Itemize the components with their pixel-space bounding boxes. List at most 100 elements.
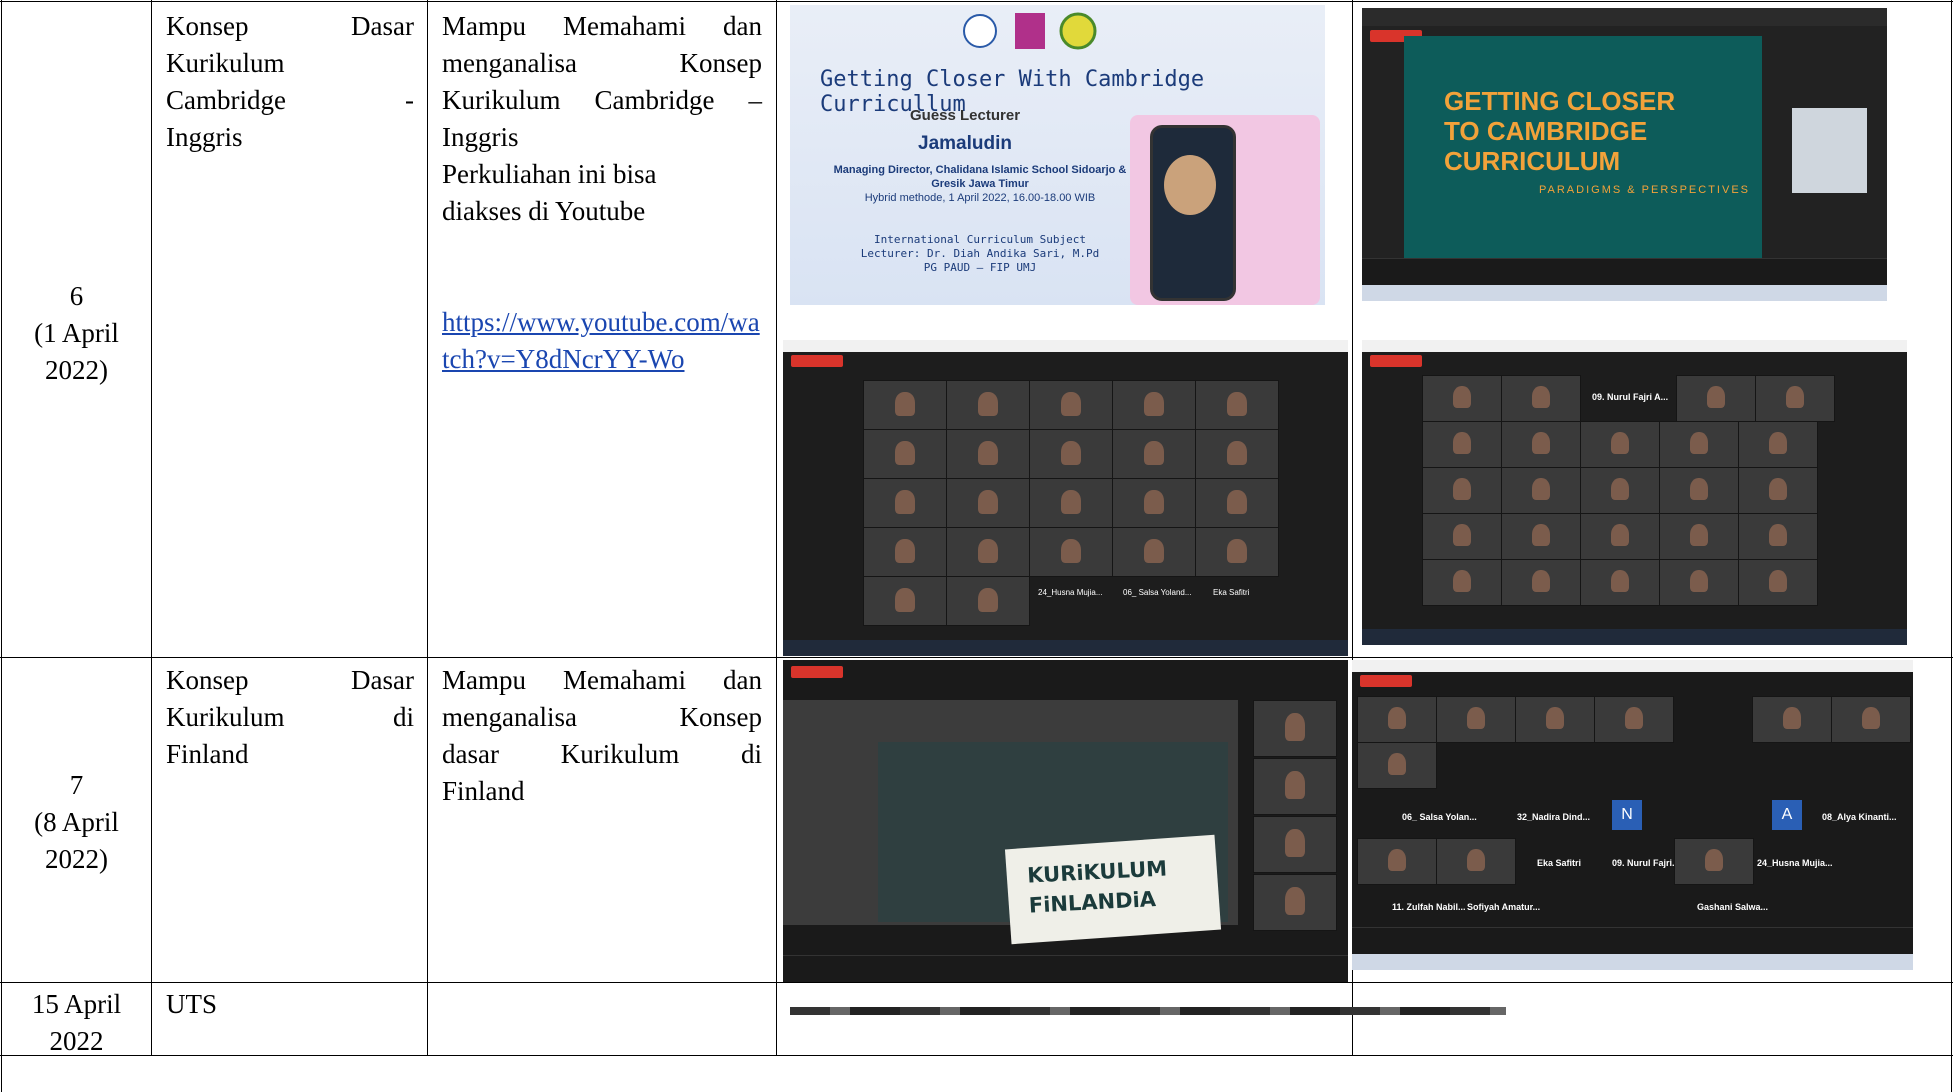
topic-word: Dasar (351, 665, 414, 695)
outcome-line: Inggris (442, 122, 519, 152)
live-badge (791, 666, 843, 678)
image-strip (790, 1007, 1506, 1015)
meeting-year: 2022) (45, 355, 108, 385)
poster-title: Getting Closer With Cambridge Curricullu… (820, 67, 1205, 117)
zoom-toolbar (1362, 258, 1887, 285)
meeting-number: 6 (69, 281, 84, 311)
webinar-poster-image: Getting Closer With Cambridge Curricullu… (790, 5, 1325, 305)
live-badge (1360, 675, 1412, 687)
meeting-year: 2022 (49, 1026, 104, 1056)
topic-cell: UTS (166, 986, 414, 1023)
col-divider (776, 0, 777, 1055)
row-divider (0, 982, 1953, 983)
speaker-photo (1164, 155, 1216, 215)
table-border-left (1, 0, 2, 1092)
outcome-line: Perkuliahan ini bisa (442, 159, 657, 189)
live-badge (791, 355, 843, 367)
zoom-shared-screen-screenshot: KURiKULUM FiNLANDiA (783, 660, 1348, 982)
topic-word: di (392, 702, 414, 732)
topic-word: - (405, 85, 414, 115)
speaker-video (1792, 108, 1867, 193)
participant-name: 24_Husna Mujia... (1038, 588, 1103, 597)
row-divider (0, 657, 1953, 658)
participant-name: Eka Safitri (1537, 858, 1582, 868)
participant-name: Eka Safitri (1213, 588, 1250, 597)
slide-title-line: GETTING CLOSER (1444, 86, 1676, 116)
slide-title-line: CURRICULUM (1444, 146, 1621, 176)
participant-name: 11. Zulfah Nabil... (1392, 902, 1466, 912)
outcome-line: diakses di Youtube (442, 196, 646, 226)
meeting-year: 2022) (45, 844, 108, 874)
participant-name: Sofiyah Amatur... (1467, 902, 1541, 912)
topic-word: UTS (166, 989, 218, 1019)
col-divider (151, 0, 152, 1055)
slide-title-line: TO CAMBRIDGE (1444, 116, 1648, 146)
schedule-table: 6 (1 April 2022) Konsep Dasar Kurikulum … (0, 0, 1953, 1092)
topic-word: Kurikulum (166, 48, 285, 78)
participant-name: 08_Alya Kinanti... (1822, 812, 1897, 822)
outcome-cell: Mampu Memahami dan menganalisa Konsep da… (442, 662, 762, 810)
poster-schedule: Hybrid methode, 1 April 2022, 16.00-18.0… (864, 192, 1096, 204)
outcome-line: Kurikulum Cambridge – (442, 85, 762, 115)
slide-title: KURiKULUM FiNLANDiA (1027, 853, 1170, 920)
windows-taskbar (1362, 629, 1907, 645)
zoom-gallery-screenshot-1: 24_Husna Mujia... 06_ Salsa Yoland... Ek… (783, 340, 1348, 656)
slide-title: GETTING CLOSER TO CAMBRIDGE CURRICULUM (1444, 86, 1675, 176)
poster-program: PG PAUD – FIP UMJ (923, 261, 1037, 274)
zoom-meeting-slide-screenshot: GETTING CLOSER TO CAMBRIDGE CURRICULUM P… (1362, 8, 1887, 301)
windows-taskbar (1362, 285, 1887, 301)
topic-word: Dasar (351, 11, 414, 41)
windows-taskbar (1352, 954, 1913, 970)
logo-icons (963, 12, 1097, 50)
meeting-cell: 15 April 2022 (2, 986, 151, 1060)
outcome-line: menganalisa Konsep (442, 702, 762, 732)
meeting-number: 7 (69, 770, 84, 800)
table-border-right (1951, 0, 1952, 1092)
col-divider (427, 0, 428, 1055)
outcome-cell: Mampu Memahami dan menganalisa Konsep Ku… (442, 8, 762, 378)
row-divider (0, 1055, 1953, 1056)
presentation-slide: KURiKULUM FiNLANDiA (878, 742, 1228, 945)
topic-word: Inggris (166, 122, 243, 152)
poster-speaker: Jamaludin (918, 133, 1012, 154)
participant-name: 09. Nurul Fajri... (1612, 858, 1680, 868)
poster-subject-title: International Curriculum Subject (874, 233, 1086, 246)
topic-word: Konsep (166, 665, 249, 695)
meeting-date: 15 April (31, 989, 122, 1019)
poster-label: Guess Lecturer (910, 107, 1021, 124)
outcome-line: Finland (442, 776, 525, 806)
topic-word: Konsep (166, 11, 249, 41)
table-border-top (0, 1, 1953, 2)
meeting-date: (8 April (34, 807, 119, 837)
outcome-line: Mampu Memahami dan (442, 665, 762, 695)
zoom-toolbar (1352, 927, 1913, 954)
poster-subject: International Curriculum Subject Lecture… (850, 233, 1110, 275)
zoom-toolbar (783, 955, 1348, 982)
outcome-line: menganalisa Konsep (442, 48, 762, 78)
slide-subtitle: PARADIGMS & PERSPECTIVES (1539, 184, 1751, 196)
outcome-line: Mampu Memahami dan (442, 11, 762, 41)
topic-word: Finland (166, 739, 249, 769)
meeting-cell: 6 (1 April 2022) (2, 278, 151, 389)
topic-word: Cambridge (166, 85, 286, 115)
presentation-slide: GETTING CLOSER TO CAMBRIDGE CURRICULUM P… (1404, 36, 1762, 261)
outcome-line: dasar Kurikulum di (442, 739, 762, 769)
participant-name: 24_Husna Mujia... (1757, 858, 1833, 868)
topic-cell: Konsep Dasar Kurikulum Cambridge - Inggr… (166, 8, 414, 156)
windows-taskbar (783, 640, 1348, 656)
participant-name: 32_Nadira Dind... (1517, 812, 1591, 822)
youtube-link[interactable]: https://www.youtube.com/watch?v=Y8dNcrYY… (442, 304, 762, 378)
zoom-gallery-screenshot-3: 06_ Salsa Yolan... 32_Nadira Dind... N A… (1352, 660, 1913, 970)
participant-name: 09. Nurul Fajri A... (1592, 392, 1669, 402)
participant-name: 06_ Salsa Yolan... (1402, 812, 1477, 822)
zoom-gallery-screenshot-2: 09. Nurul Fajri A... (1362, 340, 1907, 645)
poster-details: Managing Director, Chalidana Islamic Sch… (830, 163, 1130, 205)
meeting-date: (1 April (34, 318, 119, 348)
topic-cell: Konsep Dasar Kurikulum di Finland (166, 662, 414, 773)
meeting-cell: 7 (8 April 2022) (2, 767, 151, 878)
live-badge (1370, 355, 1422, 367)
participant-name: Gashani Salwa... (1697, 902, 1769, 912)
poster-role: Managing Director, Chalidana Islamic Sch… (833, 164, 1127, 190)
participant-name: 06_ Salsa Yoland... (1123, 588, 1192, 597)
topic-word: Kurikulum (166, 702, 285, 732)
